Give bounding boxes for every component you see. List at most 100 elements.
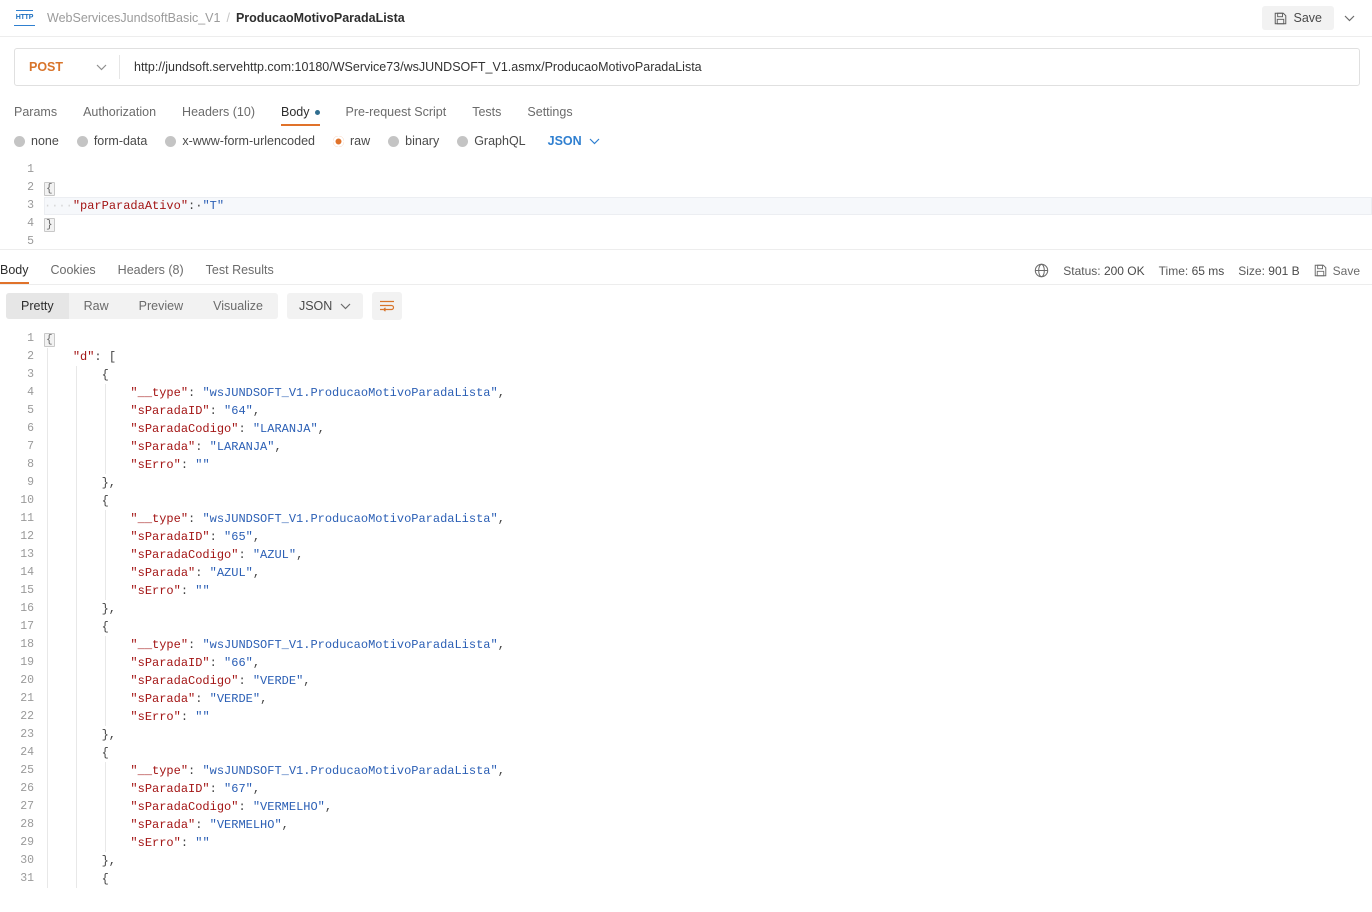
response-code-line[interactable]: 2 "d": [ [0,348,1372,366]
code-fold-widget[interactable]: { [44,333,55,347]
response-code-line[interactable]: 20 "sParadaCodigo": "VERDE", [0,672,1372,690]
body-type-raw[interactable]: raw [333,134,370,148]
json-key: "__type" [130,764,189,778]
response-code-line[interactable]: 25 "__type": "wsJUNDSOFT_V1.ProducaoMoti… [0,762,1372,780]
response-body-editor[interactable]: 1{2 "d": [3 {4 "__type": "wsJUNDSOFT_V1.… [0,327,1372,892]
json-punctuation [44,422,130,436]
json-punctuation: , [317,422,325,436]
tab-label: Body [281,105,310,119]
request-code-line[interactable]: 1 [0,161,1372,179]
response-code-line[interactable]: 13 "sParadaCodigo": "AZUL", [0,546,1372,564]
body-format-select[interactable]: JSON [548,134,600,148]
response-code-line[interactable]: 11 "__type": "wsJUNDSOFT_V1.ProducaoMoti… [0,510,1372,528]
tab-params[interactable]: Params [14,105,71,126]
indent-guide [75,564,77,582]
json-key: "sParada" [130,440,196,454]
view-mode-preview[interactable]: Preview [124,293,198,319]
request-body-editor[interactable]: 1 2{3 ····"parParadaAtivo":·"T" 4} 5 [0,158,1372,250]
indent-guide [104,456,106,474]
breadcrumb-collection[interactable]: WebServicesJundsoftBasic_V1 [47,11,220,25]
code-fold-widget[interactable]: } [44,218,55,232]
response-tab-headers[interactable]: Headers (8) [118,263,184,284]
tab-body[interactable]: Body [281,105,334,126]
body-type-x-www-form-urlencoded[interactable]: x-www-form-urlencoded [165,134,315,148]
response-tab-test-results[interactable]: Test Results [206,263,274,284]
url-input[interactable] [120,49,1359,85]
response-code-line[interactable]: 19 "sParadaID": "66", [0,654,1372,672]
json-punctuation: , [274,440,282,454]
http-method-select[interactable]: POST [15,49,119,85]
code-text: "sParadaCodigo": "LARANJA", [44,420,1372,438]
response-code-line[interactable]: 14 "sParada": "AZUL", [0,564,1372,582]
response-code-line[interactable]: 9 }, [0,474,1372,492]
response-code-line[interactable]: 17 { [0,618,1372,636]
line-number: 26 [20,782,34,795]
response-code-line[interactable]: 23 }, [0,726,1372,744]
json-punctuation: , [324,800,333,814]
response-code-line[interactable]: 6 "sParadaCodigo": "LARANJA", [0,420,1372,438]
line-number: 4 [27,386,34,399]
response-code-line[interactable]: 12 "sParadaID": "65", [0,528,1372,546]
response-code-line[interactable]: 30 }, [0,852,1372,870]
response-code-line[interactable]: 8 "sErro": "" [0,456,1372,474]
response-code-line[interactable]: 3 { [0,366,1372,384]
response-tab-cookies[interactable]: Cookies [51,263,96,284]
line-number: 13 [20,548,34,561]
response-code-line[interactable]: 7 "sParada": "LARANJA", [0,438,1372,456]
json-key: "sErro" [130,458,181,472]
response-code-line[interactable]: 27 "sParadaCodigo": "VERMELHO", [0,798,1372,816]
response-code-line[interactable]: 18 "__type": "wsJUNDSOFT_V1.ProducaoMoti… [0,636,1372,654]
response-code-line[interactable]: 26 "sParadaID": "67", [0,780,1372,798]
word-wrap-button[interactable] [372,292,403,320]
body-type-label: binary [405,134,440,148]
response-code-line[interactable]: 22 "sErro": "" [0,708,1372,726]
json-punctuation: : [195,818,210,832]
response-code-line[interactable]: 5 "sParadaID": "64", [0,402,1372,420]
json-string-value: "67" [224,782,253,796]
tab-headers[interactable]: Headers (10) [182,105,269,126]
body-type-binary[interactable]: binary [388,134,439,148]
radio-icon [76,135,88,147]
code-fold-widget[interactable]: { [44,182,55,196]
indent-guide [75,834,77,852]
save-button[interactable]: Save [1261,6,1334,30]
response-code-line[interactable]: 24 { [0,744,1372,762]
tab-settings[interactable]: Settings [527,105,586,126]
tab-pre-request-script[interactable]: Pre-request Script [346,105,461,126]
save-options-button[interactable] [1336,5,1362,31]
indent-guide [104,384,106,402]
response-code-line[interactable]: 31 { [0,870,1372,888]
response-code-line[interactable]: 28 "sParada": "VERMELHO", [0,816,1372,834]
save-response-button[interactable]: Save [1314,264,1360,278]
view-mode-visualize[interactable]: Visualize [198,293,278,319]
breadcrumb-request-name[interactable]: ProducaoMotivoParadaLista [236,11,405,25]
globe-icon[interactable] [1034,263,1049,278]
response-code-line[interactable]: 15 "sErro": "" [0,582,1372,600]
tab-tests[interactable]: Tests [472,105,515,126]
response-code-line[interactable]: 10 { [0,492,1372,510]
line-number: 27 [20,800,34,813]
body-type-form-data[interactable]: form-data [76,134,147,148]
code-text: { [44,330,1372,348]
breadcrumb: WebServicesJundsoftBasic_V1 / ProducaoMo… [47,11,405,25]
response-code-line[interactable]: 4 "__type": "wsJUNDSOFT_V1.ProducaoMotiv… [0,384,1372,402]
body-type-graphql[interactable]: GraphQL [457,134,526,148]
tab-authorization[interactable]: Authorization [83,105,170,126]
indent-guide [104,510,106,528]
json-string-value: "64" [224,404,253,418]
code-text: }, [44,474,1372,492]
json-punctuation: : [180,836,196,850]
request-code-line[interactable]: 3 ····"parParadaAtivo":·"T" [0,197,1372,215]
body-type-none[interactable]: none [14,134,59,148]
response-code-line[interactable]: 16 }, [0,600,1372,618]
response-tab-body[interactable]: Body [0,263,29,284]
view-mode-pretty[interactable]: Pretty [6,293,69,319]
request-code-line[interactable]: 5 [0,233,1372,251]
response-code-line[interactable]: 1{ [0,330,1372,348]
request-code-line[interactable]: 4} [0,215,1372,233]
response-code-line[interactable]: 29 "sErro": "" [0,834,1372,852]
response-format-select[interactable]: JSON [286,293,364,319]
view-mode-raw[interactable]: Raw [69,293,124,319]
response-code-line[interactable]: 21 "sParada": "VERDE", [0,690,1372,708]
request-code-line[interactable]: 2{ [0,179,1372,197]
